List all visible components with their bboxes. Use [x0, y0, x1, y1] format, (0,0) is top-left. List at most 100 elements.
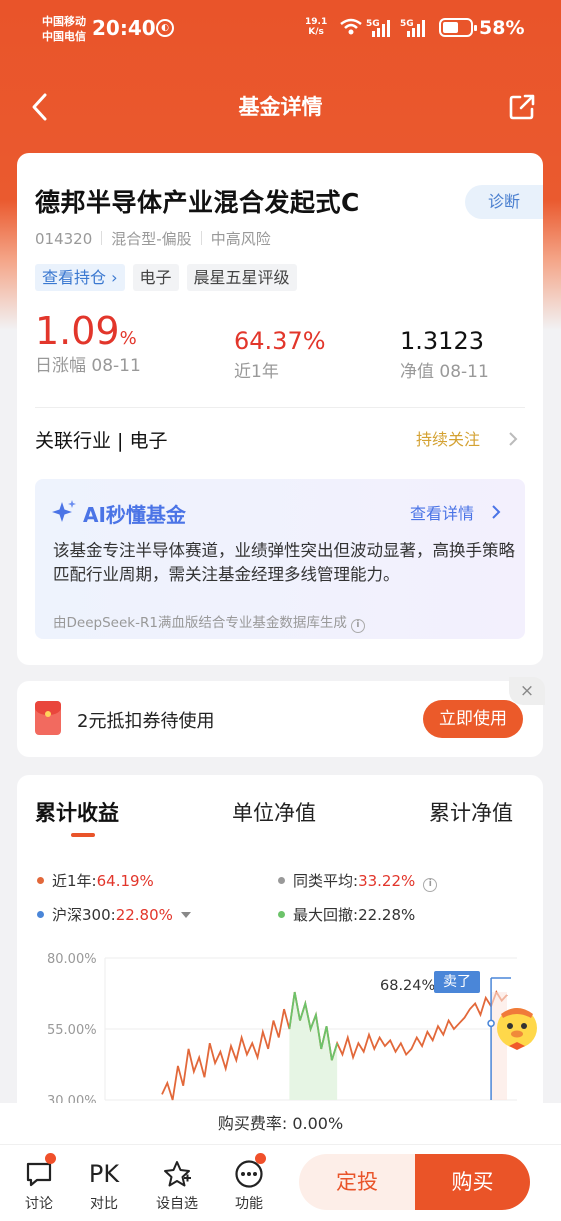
discuss-label: 讨论: [25, 1196, 53, 1212]
sell-marker[interactable]: 卖了: [434, 971, 480, 993]
mascot-icon[interactable]: [491, 1000, 543, 1052]
legend-index-value: 22.80%: [115, 906, 173, 924]
battery-icon: [439, 18, 477, 37]
fund-summary-card: 德邦半导体产业混合发起式C 诊断 014320 混合型-偏股 中高风险 查看持仓 ›…: [17, 153, 543, 665]
page-title: 基金详情: [238, 95, 323, 119]
share-icon[interactable]: [508, 93, 536, 121]
ai-summary-box: AI秒懂基金 查看详情 该基金专注半导体赛道，业绩弹性突出但波动显著，高换手策略…: [35, 479, 525, 639]
battery-fill: [443, 22, 459, 33]
purchase-fee: 购买费率: 0.00%: [0, 1103, 561, 1145]
use-coupon-button[interactable]: 立即使用: [423, 700, 523, 738]
battery-percent: 58%: [479, 17, 525, 39]
ai-source-text: 由DeepSeek-R1满血版结合专业基金数据库生成: [53, 615, 347, 631]
chevron-right-icon[interactable]: [507, 431, 519, 447]
active-tab-indicator: [71, 833, 95, 837]
y-tick-label: 55.00%: [47, 1023, 97, 1038]
legend-index-label: 沪深300:: [52, 906, 116, 924]
performance-chart-card: 累计收益 单位净值 累计净值 近1年:64.19% 同类平均:33.22% i 沪…: [17, 775, 543, 1155]
chart-tabs: 累计收益 单位净值 累计净值: [17, 797, 543, 837]
bottom-action-bar: 购买费率: 0.00% 讨论 PK 对比 设自选 功能 定投 购买: [0, 1103, 561, 1221]
legend-fund: 近1年:64.19%: [37, 870, 154, 891]
auto-invest-button[interactable]: 定投: [299, 1154, 415, 1210]
info-icon[interactable]: i: [350, 619, 365, 633]
nav-label: 净值 08-11: [400, 362, 489, 382]
tab-unit-nav[interactable]: 单位净值: [232, 797, 316, 827]
legend-peer-label: 同类平均:: [293, 872, 359, 890]
legend-drawdown: 最大回撤:22.28%: [278, 904, 415, 925]
dropdown-arrow-icon[interactable]: [180, 912, 191, 918]
rating-tag[interactable]: 晨星五星评级: [186, 264, 297, 291]
carrier-1: 中国移动: [42, 15, 86, 28]
legend-fund-label: 近1年:: [52, 872, 97, 890]
red-envelope-icon: [35, 701, 61, 735]
view-holdings-tag[interactable]: 查看持仓 ›: [35, 264, 125, 291]
legend-dot: [278, 877, 285, 884]
carrier-labels: 中国移动 中国电信: [42, 14, 86, 44]
legend-index: 沪深300:22.80%: [37, 904, 191, 925]
daily-change-metric: 1.09% 日涨幅 08-11: [35, 312, 141, 377]
daily-change-unit: %: [119, 328, 137, 349]
y-tick-label: 80.00%: [47, 952, 97, 967]
daily-change-label: 日涨幅 08-11: [35, 356, 141, 376]
signal-5g-icon-1: 5G: [366, 19, 390, 37]
info-icon[interactable]: i: [423, 878, 438, 892]
fund-code: 014320: [35, 230, 93, 248]
ai-sparkle-icon: [52, 500, 76, 522]
discuss-button[interactable]: 讨论: [9, 1153, 69, 1213]
ai-title: AI秒懂基金: [83, 503, 186, 527]
legend-dot: [278, 911, 285, 918]
legend-peer: 同类平均:33.22% i: [278, 870, 438, 892]
buy-button[interactable]: 购买: [415, 1154, 530, 1210]
fund-meta: 014320 混合型-偏股 中高风险: [35, 228, 271, 249]
coupon-text: 2元抵扣券待使用: [77, 711, 215, 732]
one-year-label: 近1年: [234, 362, 279, 382]
sector-tag[interactable]: 电子: [132, 264, 179, 291]
return-line-chart[interactable]: 80.00%55.00%30.00%: [17, 940, 543, 1110]
coupon-card: 2元抵扣券待使用 立即使用 ×: [17, 677, 545, 757]
close-icon[interactable]: ×: [509, 677, 545, 705]
legend-fund-value: 64.19%: [96, 872, 154, 890]
clock: 20:40: [92, 16, 156, 40]
status-bar: 中国移动 中国电信 20:40 ◐ 19.1 K/s 5G 5G 58%: [0, 0, 561, 58]
add-watchlist-button[interactable]: 设自选: [147, 1155, 207, 1213]
star-plus-icon: [164, 1161, 191, 1187]
carrier-2: 中国电信: [42, 30, 86, 43]
nav-value: 1.3123: [400, 327, 484, 355]
pk-icon: PK: [88, 1160, 120, 1188]
one-year-metric: 64.37% 近1年: [234, 323, 326, 383]
related-industry[interactable]: 关联行业 | 电子: [35, 426, 167, 453]
legend-drawdown-label: 最大回撤:: [293, 906, 359, 924]
compare-button[interactable]: PK 对比: [74, 1155, 134, 1213]
legend-drawdown-value: 22.28%: [358, 906, 416, 924]
follow-label[interactable]: 持续关注: [416, 426, 480, 450]
battery-cap: [474, 25, 477, 31]
legend-dot: [37, 877, 44, 884]
network-speed-value: 19.1: [305, 17, 328, 27]
tag-row: 查看持仓 › 电子 晨星五星评级: [35, 264, 297, 291]
more-functions-button[interactable]: 功能: [219, 1153, 279, 1213]
add-watchlist-label: 设自选: [156, 1196, 198, 1212]
tab-cumulative-return[interactable]: 累计收益: [35, 797, 119, 827]
notification-badge: [255, 1153, 266, 1164]
signal-5g-icon-2: 5G: [400, 19, 425, 37]
svg-text:5G: 5G: [400, 19, 414, 29]
chevron-right-icon[interactable]: [490, 504, 502, 520]
network-speed-unit: K/s: [308, 27, 324, 37]
fund-risk: 中高风险: [210, 230, 271, 248]
svg-text:5G: 5G: [366, 19, 380, 29]
ai-source-note: 由DeepSeek-R1满血版结合专业基金数据库生成 i: [53, 611, 365, 633]
ai-summary-text: 该基金专注半导体赛道，业绩弹性突出但波动显著，高换手策略匹配行业周期，需关注基金…: [53, 541, 515, 584]
ai-view-details-link[interactable]: 查看详情: [410, 500, 474, 524]
diagnose-button[interactable]: 诊断: [465, 185, 543, 219]
fund-name: 德邦半导体产业混合发起式C: [35, 188, 360, 217]
peak-value-label: 68.24%: [380, 978, 436, 994]
compare-label: 对比: [90, 1196, 118, 1212]
daily-change-number: 1.09: [35, 309, 120, 353]
one-year-value: 64.37%: [234, 327, 326, 355]
tab-cumulative-nav[interactable]: 累计净值: [429, 797, 513, 827]
legend-peer-value: 33.22%: [358, 872, 416, 890]
network-speed: 19.1 K/s: [305, 17, 327, 37]
divider: [35, 407, 525, 408]
legend-dot: [37, 911, 44, 918]
nav-metric: 1.3123 净值 08-11: [400, 323, 489, 383]
